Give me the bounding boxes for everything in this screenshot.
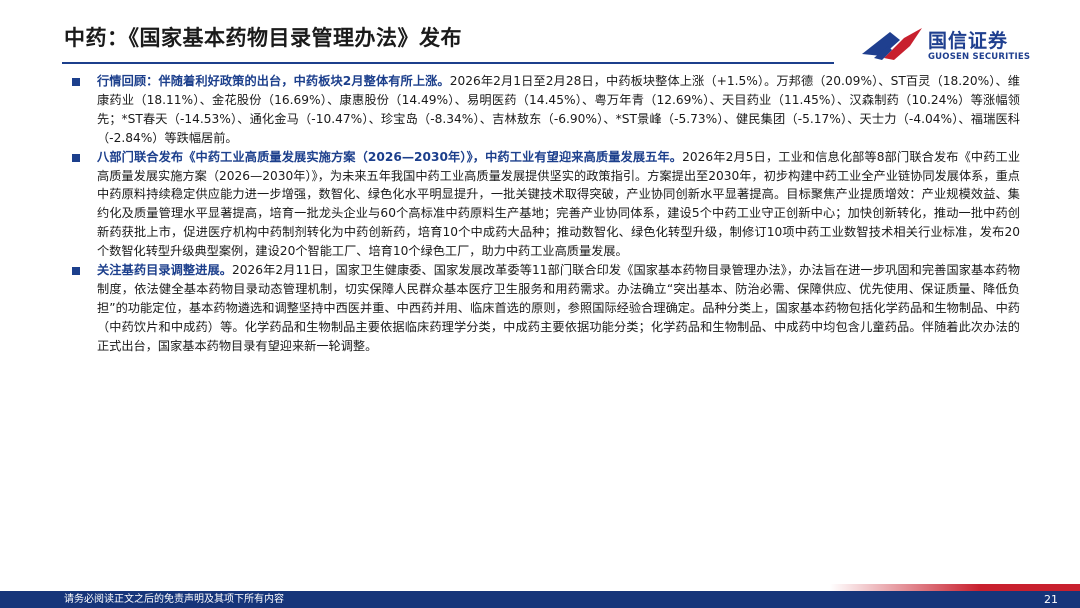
footer-accent-stripe [830,584,1080,591]
footer-disclaimer: 请务必阅读正文之后的免责声明及其项下所有内容 [64,594,284,605]
paragraph-essential-drug-list: 关注基药目录调整进展。2026年2月11日，国家卫生健康委、国家发展改革委等11… [70,261,1020,356]
title-divider [62,62,834,64]
page-title: 中药：《国家基本药物目录管理办法》发布 [64,26,462,50]
logo-name-cn: 国信证券 [928,30,1009,52]
paragraph-market-review: 行情回顾：伴随着利好政策的出台，中药板块2月整体有所上涨。2026年2月1日至2… [70,72,1020,148]
paragraph-lead: 八部门联合发布《中药工业高质量发展实施方案（2026—2030年）》，中药工业有… [97,149,683,164]
page-number: 21 [1044,593,1058,606]
logo-name-en: GUOSEN SECURITIES [928,52,1031,62]
paragraph-body: 2026年2月5日，工业和信息化部等8部门联合发布《中药工业高质量发展实施方案（… [97,149,1021,259]
guosen-logo-icon [862,28,922,60]
body-content: 行情回顾：伴随着利好政策的出台，中药板块2月整体有所上涨。2026年2月1日至2… [70,72,1020,356]
square-bullet-icon [72,267,80,276]
square-bullet-icon [72,153,80,162]
paragraph-eight-departments-plan: 八部门联合发布《中药工业高质量发展实施方案（2026—2030年）》，中药工业有… [70,148,1020,261]
paragraph-lead: 关注基药目录调整进展。 [97,263,232,278]
square-bullet-icon [72,78,80,86]
paragraph-body: 2026年2月11日，国家卫生健康委、国家发展改革委等11部门联合印发《国家基本… [97,263,1021,353]
company-logo: 国信证券 GUOSEN SECURITIES [860,18,1050,66]
paragraph-lead: 行情回顾：伴随着利好政策的出台，中药板块2月整体有所上涨。 [97,74,450,88]
